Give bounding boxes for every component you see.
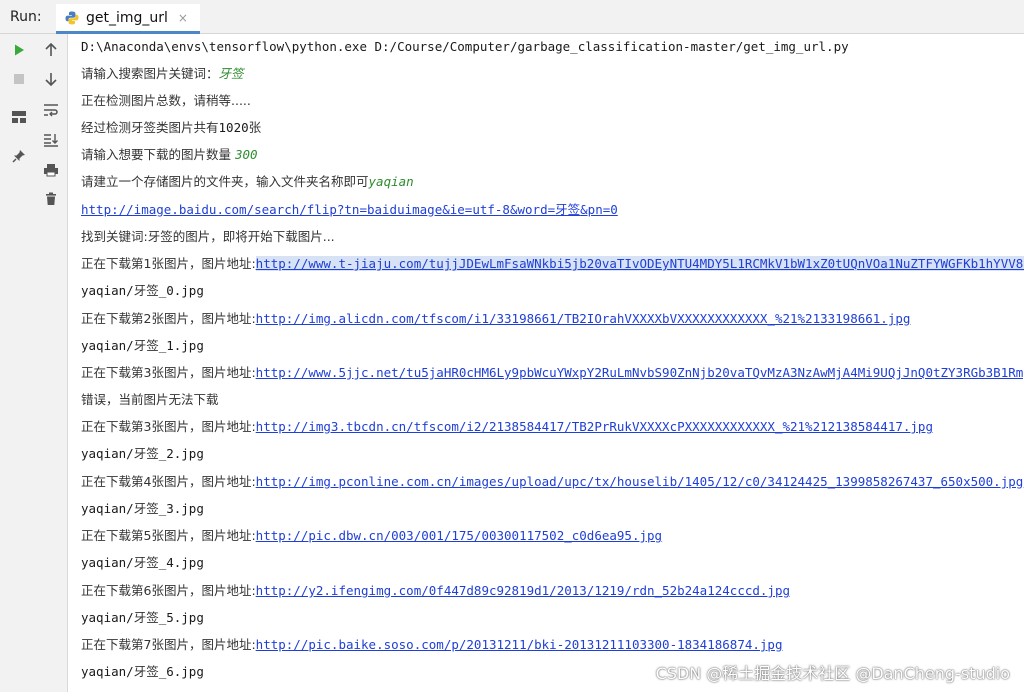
- python-file-icon: [64, 10, 80, 26]
- file-path: _4.jpg: [158, 555, 204, 570]
- file-path: 牙签: [133, 610, 159, 625]
- stop-icon[interactable]: [9, 69, 29, 89]
- console-line: 请输入想要下载的图片数量 300: [81, 147, 258, 163]
- run-label: Run:: [10, 9, 42, 25]
- file-path: 牙签: [133, 501, 159, 516]
- console-line: 经过检测牙签类图片共有1020张: [81, 120, 261, 136]
- file-path: 牙签: [133, 283, 159, 298]
- status-text: 正在检测图片总数，请稍等.....: [81, 93, 251, 108]
- download-prefix: 正在下载第6张图片，图片地址:: [81, 583, 256, 598]
- prompt-text: 请输入想要下载的图片数量: [81, 147, 235, 162]
- url-part: http://image.baidu.com/search/flip?tn=ba…: [81, 202, 556, 217]
- run-toolbar: [0, 34, 68, 692]
- console-line: yaqian/牙签_4.jpg: [81, 555, 204, 571]
- console-line: yaqian/牙签_6.jpg: [81, 664, 204, 680]
- console-line: http://image.baidu.com/search/flip?tn=ba…: [81, 202, 618, 218]
- image-count: 1020: [218, 120, 249, 135]
- up-arrow-icon[interactable]: [41, 40, 61, 60]
- console-line: 请建立一个存储图片的文件夹，输入文件夹名称即可yaqian: [81, 174, 414, 190]
- status-text: 找到关键词:: [81, 229, 148, 244]
- layout-icon[interactable]: [9, 107, 29, 127]
- console-line: 正在下载第3张图片，图片地址:http://img3.tbcdn.cn/tfsc…: [81, 419, 933, 435]
- console-line: 请输入搜索图片关键词：牙签: [81, 66, 244, 82]
- file-path: yaqian/: [81, 283, 134, 298]
- file-path: _5.jpg: [158, 610, 204, 625]
- file-path: yaqian/: [81, 555, 134, 570]
- print-icon[interactable]: [41, 160, 61, 180]
- console-command-line: D:\Anaconda\envs\tensorflow\python.exe D…: [81, 39, 849, 55]
- trash-icon[interactable]: [41, 189, 61, 209]
- user-input: 牙签: [218, 66, 244, 81]
- file-path: yaqian/: [81, 446, 134, 461]
- image-url-link[interactable]: http://img3.tbcdn.cn/tfscom/i2/213858441…: [256, 419, 933, 434]
- console-line: 正在下载第7张图片，图片地址:http://pic.baike.soso.com…: [81, 637, 782, 653]
- status-text: 经过检测牙签类图片共有: [81, 120, 219, 135]
- error-text: 错误，当前图片无法下载: [81, 392, 219, 407]
- url-part: &pn=0: [580, 202, 618, 217]
- user-input: 300: [234, 147, 258, 162]
- scroll-to-end-icon[interactable]: [41, 130, 61, 150]
- console-line: yaqian/牙签_1.jpg: [81, 338, 204, 354]
- image-url-link[interactable]: http://pic.dbw.cn/003/001/175/0030011750…: [256, 528, 662, 543]
- file-path: 牙签: [133, 446, 159, 461]
- run-icon[interactable]: [9, 40, 29, 60]
- tab-get-img-url[interactable]: get_img_url ×: [56, 4, 200, 34]
- tab-title: get_img_url: [86, 9, 168, 26]
- console-line: 正在检测图片总数，请稍等.....: [81, 93, 251, 109]
- file-path: yaqian/: [81, 338, 134, 353]
- file-path: yaqian/: [81, 501, 134, 516]
- console-line: yaqian/牙签_3.jpg: [81, 501, 204, 517]
- watermark: CSDN @稀土掘金技术社区 @DanCheng-studio: [655, 664, 1010, 683]
- console-line: 找到关键词:牙签的图片，即将开始下载图片...: [81, 229, 335, 245]
- pin-icon[interactable]: [9, 146, 29, 166]
- image-url-link[interactable]: http://img.alicdn.com/tfscom/i1/33198661…: [256, 311, 911, 326]
- console-line: yaqian/牙签_2.jpg: [81, 446, 204, 462]
- console-line: 正在下载第1张图片，图片地址:http://www.t-jiaju.com/tu…: [81, 256, 1024, 272]
- console-line: yaqian/牙签_5.jpg: [81, 610, 204, 626]
- soft-wrap-icon[interactable]: [41, 100, 61, 120]
- console-line: 正在下载第5张图片，图片地址:http://pic.dbw.cn/003/001…: [81, 528, 662, 544]
- image-url-link[interactable]: http://www.5jjc.net/tu5jaHR0cHM6Ly9pbWcu…: [256, 365, 1024, 380]
- file-path: _3.jpg: [158, 501, 204, 516]
- tab-close-icon[interactable]: ×: [178, 11, 188, 25]
- image-url-link[interactable]: http://www.t-jiaju.com/tujjJDEwLmFsaWNkb…: [255, 256, 1024, 271]
- url-part: 牙签: [555, 202, 581, 217]
- download-prefix: 正在下载第3张图片，图片地址:: [81, 419, 256, 434]
- file-path: 牙签: [133, 664, 159, 679]
- console-output[interactable]: D:\Anaconda\envs\tensorflow\python.exe D…: [68, 34, 1024, 692]
- console-line: 正在下载第6张图片，图片地址:http://y2.ifengimg.com/0f…: [81, 583, 790, 599]
- file-path: _2.jpg: [158, 446, 204, 461]
- file-path: yaqian/: [81, 664, 134, 679]
- image-url-link[interactable]: http://pic.baike.soso.com/p/20131211/bki…: [256, 637, 783, 652]
- image-url-link[interactable]: http://y2.ifengimg.com/0f447d89c92819d1/…: [256, 583, 790, 598]
- file-path: 牙签: [133, 338, 159, 353]
- download-prefix: 正在下载第7张图片，图片地址:: [81, 637, 256, 652]
- command-text: D:\Anaconda\envs\tensorflow\python.exe D…: [81, 39, 849, 54]
- console-line: 错误，当前图片无法下载: [81, 392, 219, 408]
- console-line: 正在下载第4张图片，图片地址:http://img.pconline.com.c…: [81, 474, 1023, 490]
- download-prefix: 正在下载第1张图片，图片地址:: [81, 256, 256, 271]
- file-path: 牙签: [133, 555, 159, 570]
- prompt-text: 请建立一个存储图片的文件夹，输入文件夹名称即可: [81, 174, 369, 189]
- file-path: yaqian/: [81, 610, 134, 625]
- download-prefix: 正在下载第4张图片，图片地址:: [81, 474, 256, 489]
- image-url-link[interactable]: http://img.pconline.com.cn/images/upload…: [256, 474, 1024, 489]
- download-prefix: 正在下载第2张图片，图片地址:: [81, 311, 256, 326]
- file-path: _6.jpg: [158, 664, 204, 679]
- file-path: _0.jpg: [158, 283, 204, 298]
- status-text: 牙签的图片，即将开始下载图片...: [147, 229, 335, 244]
- search-url-link[interactable]: http://image.baidu.com/search/flip?tn=ba…: [81, 202, 618, 217]
- prompt-text: 请输入搜索图片关键词：: [81, 66, 219, 81]
- download-prefix: 正在下载第3张图片，图片地址:: [81, 365, 256, 380]
- status-text: 张: [248, 120, 262, 135]
- user-input: yaqian: [368, 174, 414, 189]
- console-line: yaqian/牙签_0.jpg: [81, 283, 204, 299]
- down-arrow-icon[interactable]: [41, 69, 61, 89]
- file-path: _1.jpg: [158, 338, 204, 353]
- console-line: 正在下载第3张图片，图片地址:http://www.5jjc.net/tu5ja…: [81, 365, 1024, 381]
- run-tool-window-header: Run: get_img_url ×: [0, 0, 1024, 34]
- console-line: 正在下载第2张图片，图片地址:http://img.alicdn.com/tfs…: [81, 311, 910, 327]
- download-prefix: 正在下载第5张图片，图片地址:: [81, 528, 256, 543]
